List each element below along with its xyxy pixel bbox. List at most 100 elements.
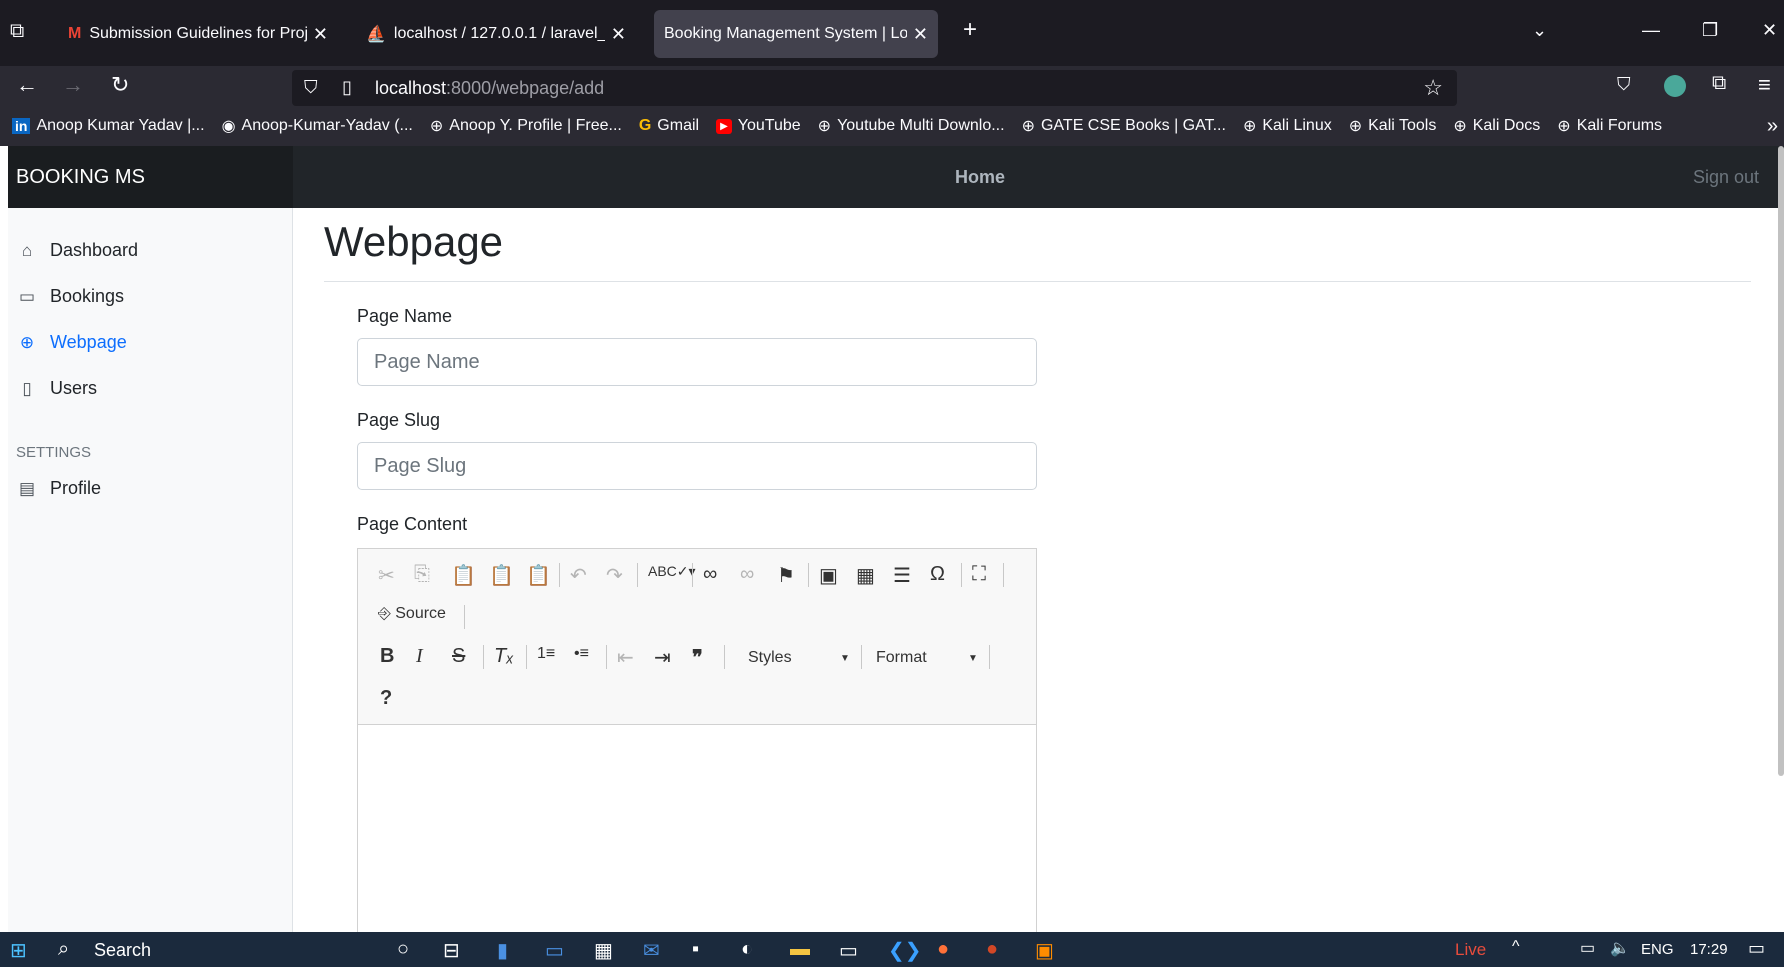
bookmark-star-icon[interactable]: ☆ <box>1423 75 1443 101</box>
volume-icon[interactable]: 🔈 <box>1610 938 1630 958</box>
blockquote-icon[interactable]: ❞ <box>692 645 703 670</box>
indent-icon[interactable]: ⇥ <box>654 645 671 670</box>
sidebar-item-webpage[interactable]: ⊕ Webpage <box>16 332 127 353</box>
page-info-icon[interactable]: ▯ <box>342 77 352 98</box>
desktop-icon[interactable]: ▭ <box>545 938 564 963</box>
list-tabs-icon[interactable]: ⌄ <box>1532 20 1547 41</box>
vscode-icon[interactable]: ❮❯ <box>888 938 922 963</box>
bookmark-item[interactable]: ⊕ Anoop Y. Profile | Free... <box>430 116 622 136</box>
format-dropdown[interactable]: Format <box>876 649 927 667</box>
profile-avatar-icon[interactable] <box>1664 75 1686 97</box>
sidebar-item-dashboard[interactable]: ⌂ Dashboard <box>16 240 138 261</box>
terminal-icon[interactable]: ▪ <box>692 938 699 961</box>
numbered-list-icon[interactable]: 1≡ <box>537 645 555 663</box>
cortana-icon[interactable]: ○ <box>397 938 409 961</box>
chevron-down-icon[interactable]: ▼ <box>840 653 850 664</box>
browser-tab[interactable]: M Submission Guidelines for Proje ✕ <box>58 10 338 58</box>
bookmark-item[interactable]: ⊕ Kali Forums <box>1557 116 1662 136</box>
extensions-icon[interactable]: ⧉ <box>1712 72 1726 95</box>
undo-icon[interactable]: ↶ <box>570 563 587 588</box>
tab-overview-icon[interactable]: ⧉ <box>10 20 24 43</box>
special-char-icon[interactable]: Ω <box>930 563 945 586</box>
new-tab-button[interactable]: + <box>963 16 977 44</box>
bookmark-item[interactable]: ◉ Anoop-Kumar-Yadav (... <box>222 116 413 136</box>
url-bar[interactable]: ⛉ ▯ localhost:8000/webpage/add ☆ <box>292 70 1457 106</box>
image-icon[interactable]: ▣ <box>819 563 838 588</box>
app-icon[interactable]: ▮ <box>497 938 508 963</box>
page-name-input[interactable]: Page Name <box>357 338 1037 386</box>
language-indicator[interactable]: ENG <box>1641 941 1674 958</box>
strikethrough-icon[interactable]: S <box>452 645 465 668</box>
notifications-icon[interactable]: ▭ <box>1748 938 1765 959</box>
chevron-up-icon[interactable]: ^ <box>1512 938 1520 956</box>
copy-icon[interactable]: ⎘ <box>414 563 430 586</box>
browser-tab[interactable]: ⛵ localhost / 127.0.0.1 / laravel_bo ✕ <box>356 10 636 58</box>
table-icon[interactable]: ▦ <box>856 563 875 588</box>
firefox-icon[interactable]: ● <box>937 938 949 961</box>
bookmark-item[interactable]: in Anoop Kumar Yadav |... <box>12 117 205 135</box>
help-icon[interactable]: ? <box>380 687 392 710</box>
network-icon[interactable]: ▭ <box>1580 938 1595 958</box>
search-icon[interactable]: ⌕ <box>58 938 69 961</box>
windows-start-icon[interactable]: ⊞ <box>10 938 27 963</box>
bold-icon[interactable]: B <box>380 645 394 668</box>
horizontal-line-icon[interactable]: ☰ <box>893 563 911 588</box>
bookmark-item[interactable]: ⊕ Kali Linux <box>1243 116 1332 136</box>
sign-out-link[interactable]: Sign out <box>1693 167 1759 188</box>
page-slug-input[interactable]: Page Slug <box>357 442 1037 490</box>
powerpoint-icon[interactable]: ● <box>986 938 998 961</box>
close-tab-icon[interactable]: ✕ <box>313 24 328 45</box>
more-bookmarks-icon[interactable]: » <box>1767 115 1778 138</box>
live-label[interactable]: Live <box>1455 940 1486 960</box>
menu-icon[interactable]: ≡ <box>1758 72 1771 98</box>
bookmark-item[interactable]: ⊕ Kali Tools <box>1349 116 1437 136</box>
close-tab-icon[interactable]: ✕ <box>913 24 928 45</box>
reload-icon[interactable]: ↻ <box>111 72 129 98</box>
paste-text-icon[interactable]: 📋 <box>489 563 514 588</box>
close-window-icon[interactable]: ✕ <box>1762 20 1777 41</box>
link-icon[interactable]: ∞ <box>703 563 717 586</box>
italic-icon[interactable]: I <box>416 645 423 668</box>
close-tab-icon[interactable]: ✕ <box>611 24 626 45</box>
spellcheck-icon[interactable]: ABC✓▾ <box>648 563 696 580</box>
forward-icon[interactable]: → <box>62 72 84 98</box>
bookmark-item[interactable]: ▶ YouTube <box>716 117 801 135</box>
bookmark-item[interactable]: ⊕ Youtube Multi Downlo... <box>818 116 1005 136</box>
styles-dropdown[interactable]: Styles <box>748 649 792 667</box>
paste-icon[interactable]: 📋 <box>451 563 476 588</box>
brand-logo[interactable]: BOOKING MS <box>8 146 293 208</box>
pocket-icon[interactable]: ⛉ <box>1617 74 1631 95</box>
sidebar-item-profile[interactable]: ▤ Profile <box>16 478 101 499</box>
browser-tab-active[interactable]: Booking Management System | Log ✕ <box>654 10 938 58</box>
mail-icon[interactable]: ✉ <box>643 938 660 963</box>
app-orange-icon[interactable]: ▣ <box>1035 938 1054 963</box>
page-scrollbar[interactable] <box>1778 146 1784 776</box>
sidebar-item-bookings[interactable]: ▭ Bookings <box>16 286 124 307</box>
bulleted-list-icon[interactable]: •≡ <box>574 645 589 663</box>
home-link[interactable]: Home <box>955 167 1005 188</box>
task-view-icon[interactable]: ⊟ <box>443 938 460 963</box>
anchor-flag-icon[interactable]: ⚑ <box>777 563 795 588</box>
paint-icon[interactable]: ◐ <box>741 938 753 961</box>
source-button[interactable]: ⎆ Source <box>378 605 446 623</box>
chevron-down-icon[interactable]: ▼ <box>968 653 978 664</box>
remove-format-icon[interactable]: Tₓ <box>494 645 514 668</box>
bookmark-item[interactable]: G Gmail <box>639 117 699 135</box>
sidebar-item-users[interactable]: ▯ Users <box>16 378 97 399</box>
outdent-icon[interactable]: ⇤ <box>617 645 634 670</box>
store-icon[interactable]: ▦ <box>594 938 613 963</box>
file-explorer-icon[interactable]: ▬ <box>790 938 810 961</box>
cut-icon[interactable]: ✂ <box>378 563 395 588</box>
editor-content-area[interactable] <box>358 725 1036 937</box>
back-icon[interactable]: ← <box>16 72 38 98</box>
clock[interactable]: 17:29 <box>1690 941 1728 958</box>
maximize-icon[interactable]: ⛶ <box>972 563 986 586</box>
minimize-icon[interactable]: — <box>1642 20 1660 41</box>
paste-word-icon[interactable]: 📋 <box>526 563 551 588</box>
bookmark-item[interactable]: ⊕ Kali Docs <box>1453 116 1540 136</box>
restore-icon[interactable]: ❐ <box>1702 20 1718 41</box>
bookmark-item[interactable]: ⊕ GATE CSE Books | GAT... <box>1022 116 1226 136</box>
redo-icon[interactable]: ↷ <box>606 563 623 588</box>
taskbar-search[interactable]: Search <box>94 940 151 961</box>
unlink-icon[interactable]: ∞ <box>740 563 754 586</box>
